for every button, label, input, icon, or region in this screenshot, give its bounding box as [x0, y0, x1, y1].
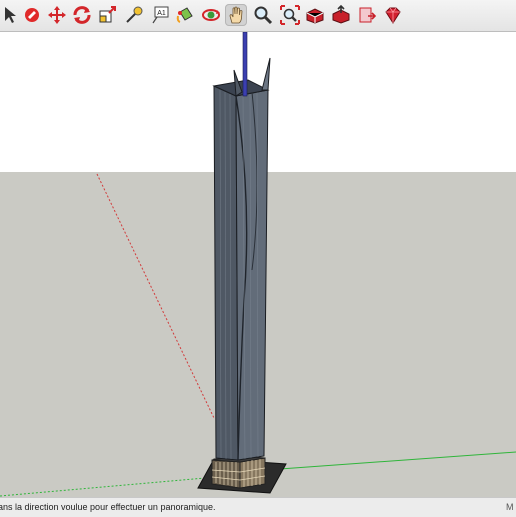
eraser-icon	[25, 8, 39, 22]
extension-warehouse-tool[interactable]	[381, 4, 403, 26]
tower-spire	[242, 32, 248, 97]
layout-icon	[359, 7, 377, 23]
scale-icon	[99, 6, 116, 23]
move-arrows-icon	[48, 6, 66, 24]
paint-bucket-tool[interactable]	[174, 4, 196, 26]
arrow-icon	[5, 7, 16, 23]
tape-measure-tool[interactable]	[123, 4, 145, 26]
toolbar: A1	[0, 0, 516, 32]
pan-tool[interactable]	[225, 4, 247, 26]
3d-warehouse-tool[interactable]	[304, 4, 326, 26]
scale-tool[interactable]	[97, 4, 119, 26]
red-axis	[96, 173, 215, 419]
status-hint: ans la direction voulue pour effectuer u…	[0, 502, 216, 512]
status-bar: ans la direction voulue pour effectuer u…	[0, 497, 516, 517]
text-label-icon: A1	[152, 6, 169, 24]
share-model-tool[interactable]	[330, 4, 352, 26]
green-axis-dotted	[0, 477, 206, 497]
zoom-extents-tool[interactable]	[279, 4, 301, 26]
text-tool[interactable]: A1	[149, 4, 171, 26]
paint-bucket-icon	[176, 7, 193, 23]
tower-shaft	[212, 57, 271, 461]
scene-drawing	[0, 32, 516, 497]
move-tool[interactable]	[46, 4, 68, 26]
zoom-tool[interactable]	[252, 4, 274, 26]
ruby-gem-icon	[385, 7, 401, 24]
select-tool[interactable]	[0, 4, 22, 26]
send-to-layout-tool[interactable]	[356, 4, 378, 26]
svg-text:A1: A1	[157, 10, 166, 17]
hand-icon	[229, 6, 243, 24]
warehouse-icon	[306, 8, 324, 24]
share-model-icon	[332, 4, 350, 24]
model-viewport[interactable]	[0, 32, 516, 497]
measurements-label: M	[506, 502, 514, 512]
eraser-tool[interactable]	[21, 4, 43, 26]
tape-measure-icon	[126, 6, 143, 23]
orbit-icon	[202, 9, 220, 21]
tower-podium	[211, 455, 266, 489]
orbit-tool[interactable]	[200, 4, 222, 26]
rotate-icon	[73, 6, 91, 24]
magnifier-icon	[254, 6, 273, 25]
rotate-tool[interactable]	[71, 4, 93, 26]
green-axis	[279, 451, 516, 470]
zoom-extents-icon	[280, 5, 300, 25]
